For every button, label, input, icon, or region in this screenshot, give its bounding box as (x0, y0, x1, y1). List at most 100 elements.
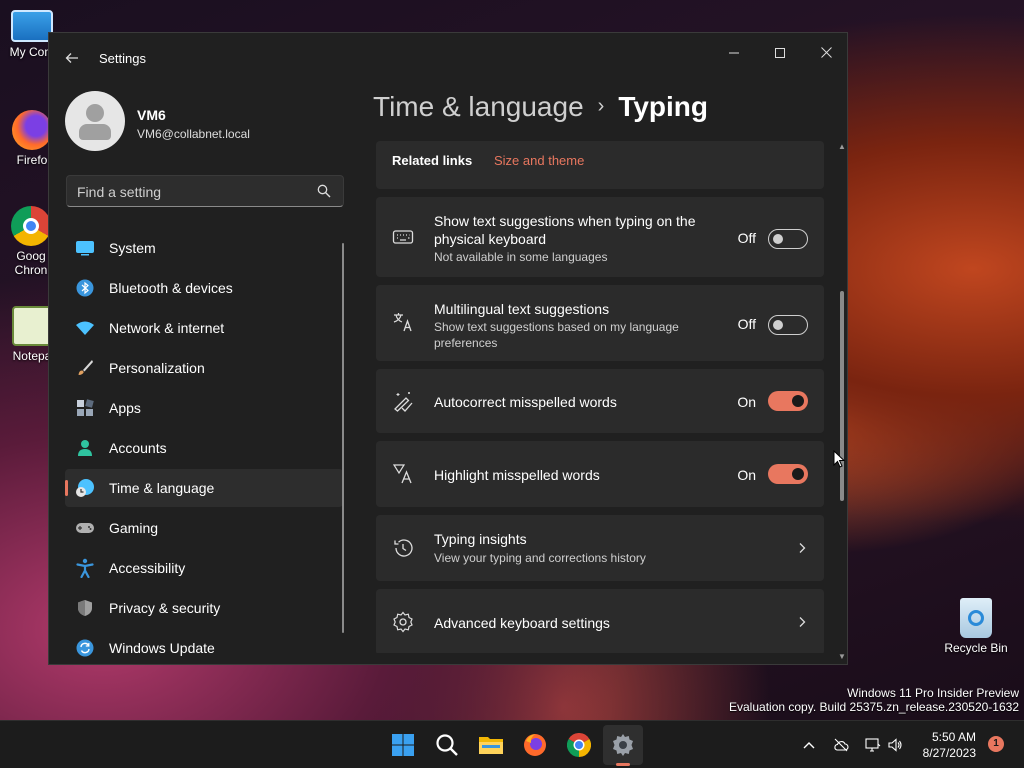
title-bar: Settings (49, 33, 847, 81)
computer-icon (11, 10, 53, 42)
scrollbar-thumb[interactable] (840, 291, 844, 501)
back-button[interactable] (61, 47, 83, 69)
sidebar-item-apps[interactable]: Apps (65, 389, 343, 427)
network-icon[interactable] (865, 737, 881, 753)
maximize-button[interactable] (757, 39, 803, 69)
sidebar-item-label: Bluetooth & devices (109, 280, 233, 296)
toggle-state-label: On (737, 394, 756, 410)
sidebar-item-windows-update[interactable]: Windows Update (65, 629, 343, 664)
notification-badge[interactable]: 1 (988, 736, 1004, 752)
sidebar-item-privacy[interactable]: Privacy & security (65, 589, 343, 627)
taskbar-search-button[interactable] (433, 731, 461, 759)
brush-icon (75, 358, 95, 378)
chevron-right-icon (799, 617, 806, 627)
setting-title: Show text suggestions when typing on the… (434, 213, 696, 247)
scroll-down-icon[interactable]: ▼ (838, 653, 846, 661)
sidebar-item-accessibility[interactable]: Accessibility (65, 549, 343, 587)
search-icon[interactable] (317, 184, 331, 198)
multilingual-toggle[interactable] (768, 315, 808, 335)
desktop-icon-recycle-bin[interactable]: Recycle Bin (944, 598, 1008, 655)
sidebar-item-system[interactable]: System (65, 229, 343, 267)
desktop-icon-label: Firefo (16, 153, 48, 167)
toggle-state-label: On (737, 467, 756, 483)
bluetooth-icon (75, 278, 95, 298)
chrome-icon (567, 733, 591, 757)
close-icon (820, 47, 832, 58)
sidebar-item-gaming[interactable]: Gaming (65, 509, 343, 547)
sidebar-item-bluetooth[interactable]: Bluetooth & devices (65, 269, 343, 307)
autocorrect-toggle[interactable] (768, 391, 808, 411)
toggle-state-label: Off (737, 230, 756, 246)
active-app-indicator (616, 763, 630, 766)
setting-typing-insights[interactable]: Typing insights View your typing and cor… (376, 515, 824, 581)
file-explorer-icon (479, 737, 503, 754)
maximize-icon (775, 48, 785, 58)
sidebar-item-label: Apps (109, 400, 141, 416)
breadcrumb-parent[interactable]: Time & language (373, 91, 584, 122)
text-suggestions-toggle[interactable] (768, 229, 808, 249)
setting-autocorrect: Autocorrect misspelled words On (376, 369, 824, 433)
start-button[interactable] (389, 731, 417, 759)
wifi-icon (75, 318, 95, 338)
highlight-toggle[interactable] (768, 464, 808, 484)
desktop-icon-label: Notepa (12, 349, 52, 363)
taskbar-file-explorer[interactable] (477, 731, 505, 759)
desktop-icon-label: Recycle Bin (944, 641, 1008, 655)
watermark-line: Evaluation copy. Build 25375.zn_release.… (729, 700, 1019, 714)
sidebar-scrollbar[interactable] (342, 243, 344, 633)
apps-icon (75, 398, 95, 418)
setting-title: Multilingual text suggestions (434, 301, 610, 317)
volume-icon[interactable] (887, 737, 903, 753)
sidebar-item-personalization[interactable]: Personalization (65, 349, 343, 387)
sidebar-item-network[interactable]: Network & internet (65, 309, 343, 347)
setting-text-suggestions: Show text suggestions when typing on the… (376, 197, 824, 277)
setting-title: Highlight misspelled words (434, 467, 600, 483)
sidebar-item-time-language[interactable]: Time & language (65, 469, 343, 507)
watermark-line: Windows 11 Pro Insider Preview (847, 686, 1019, 700)
setting-description: Not available in some languages (434, 250, 608, 264)
sidebar-item-label: Gaming (109, 520, 159, 536)
taskbar-firefox[interactable] (521, 731, 549, 759)
chevron-right-icon: › (597, 95, 605, 117)
settings-content: Related links Size and theme Show text s… (376, 141, 824, 653)
clock-date[interactable]: 8/27/2023 (923, 746, 976, 760)
arrow-left-icon (65, 53, 78, 63)
shield-icon (75, 598, 95, 618)
accounts-icon (75, 438, 95, 458)
gear-icon (393, 611, 413, 633)
setting-advanced-keyboard[interactable]: Advanced keyboard settings (376, 589, 824, 653)
search-box (66, 175, 344, 207)
sidebar-item-label: Network & internet (109, 320, 225, 336)
chevron-up-icon[interactable] (801, 737, 817, 753)
page-title: Typing (618, 91, 709, 122)
taskbar-settings[interactable] (609, 731, 637, 759)
taskbar: 5:50 AM 8/27/2023 (0, 720, 1024, 768)
taskbar-chrome[interactable] (565, 731, 593, 759)
clock-time[interactable]: 5:50 AM (932, 730, 976, 744)
setting-title: Autocorrect misspelled words (434, 394, 617, 410)
sidebar-item-accounts[interactable]: Accounts (65, 429, 343, 467)
toggle-state-label: Off (737, 316, 756, 332)
breadcrumb: Time & language › Typing (373, 91, 708, 123)
cloud-offline-icon[interactable] (833, 737, 849, 753)
sidebar-item-label: Time & language (109, 480, 215, 496)
minimize-button[interactable] (711, 39, 757, 69)
keyboard-icon (392, 230, 414, 244)
sidebar-item-label: Privacy & security (109, 600, 221, 616)
chevron-right-icon (799, 543, 806, 553)
setting-highlight-misspelled: Highlight misspelled words On (376, 441, 824, 507)
user-profile[interactable]: VM6 VM6@collabnet.local (65, 91, 345, 153)
firefox-icon (524, 734, 546, 756)
search-input[interactable] (77, 182, 307, 202)
setting-description: View your typing and corrections history (434, 551, 646, 565)
sidebar-item-label: Personalization (109, 360, 205, 376)
start-icon (392, 734, 414, 756)
scroll-up-icon[interactable]: ▲ (838, 143, 846, 151)
minimize-icon (729, 52, 739, 54)
firefox-icon (12, 110, 52, 150)
size-and-theme-link[interactable]: Size and theme (494, 153, 584, 168)
notepad-icon (12, 306, 52, 346)
highlight-icon (392, 464, 412, 484)
windows-update-icon (75, 638, 95, 658)
close-button[interactable] (803, 39, 847, 69)
